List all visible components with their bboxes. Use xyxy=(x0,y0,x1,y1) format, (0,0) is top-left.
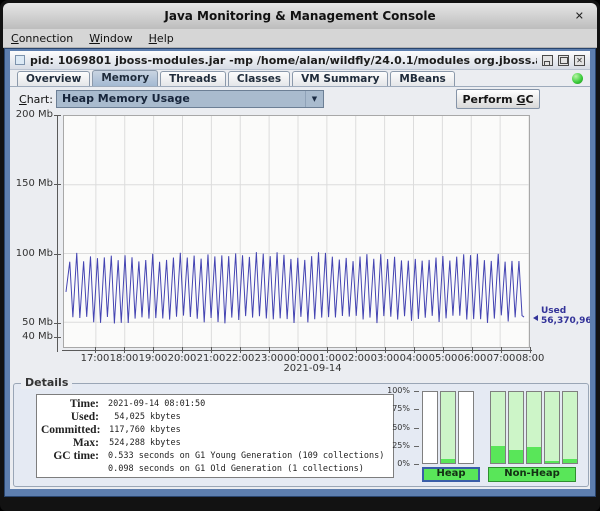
gauge-scale-label: 25% xyxy=(376,441,410,450)
internal-frame: pid: 1069801 jboss-modules.jar -mp /home… xyxy=(4,48,596,497)
tab-mbeans[interactable]: MBeans xyxy=(390,71,454,86)
tab-threads[interactable]: Threads xyxy=(160,71,226,86)
used-marker-icon xyxy=(533,315,538,321)
used-marker-title: Used xyxy=(541,306,590,316)
menubar: ConnectionWindowHelp xyxy=(3,29,597,48)
non-heap-pool-bar xyxy=(490,391,506,464)
x-tick-label: 08:00 xyxy=(510,353,550,364)
tab-vm-summary[interactable]: VM Summary xyxy=(292,71,388,86)
y-tick-label: 150 Mb xyxy=(10,178,53,189)
menu-window[interactable]: Window xyxy=(81,30,140,47)
frame-close-icon[interactable]: ✕ xyxy=(574,55,585,66)
heap-pool-bar xyxy=(422,391,438,464)
internal-frame-body: pid: 1069801 jboss-modules.jar -mp /home… xyxy=(10,51,590,489)
gauge-scale-label: 75% xyxy=(376,404,410,413)
y-tick-label: 50 Mb xyxy=(10,317,53,328)
tab-overview[interactable]: Overview xyxy=(17,71,90,86)
gauge-scale-label: 0% xyxy=(376,459,410,468)
tab-bar: OverviewMemoryThreadsClassesVM SummaryMB… xyxy=(10,70,590,87)
tab-classes[interactable]: Classes xyxy=(228,71,290,86)
frame-title: pid: 1069801 jboss-modules.jar -mp /home… xyxy=(30,54,537,67)
y-tick-mark xyxy=(54,337,61,338)
menu-connection[interactable]: Connection xyxy=(3,30,81,47)
chart-plot-svg xyxy=(64,116,529,347)
y-tick-label: 200 Mb xyxy=(10,109,53,120)
tab-memory[interactable]: Memory xyxy=(92,70,158,86)
used-marker-label: Used 56,370,960 xyxy=(541,306,590,326)
details-legend: Details xyxy=(21,376,72,389)
heap-pool-bar xyxy=(440,391,456,464)
chart-plot-area xyxy=(63,115,530,348)
y-tick-mark xyxy=(54,184,61,185)
used-marker-value: 56,370,960 xyxy=(541,316,590,326)
gauge-scale-label: 100% xyxy=(376,386,410,395)
window-title: Java Monitoring & Management Console xyxy=(164,9,435,23)
window-titlebar[interactable]: Java Monitoring & Management Console ✕ xyxy=(3,3,597,29)
non-heap-button[interactable]: Non-Heap xyxy=(488,467,576,482)
frame-icon xyxy=(15,55,25,65)
y-tick-mark xyxy=(54,323,61,324)
frame-window-buttons: ✕ xyxy=(542,55,585,66)
y-tick-mark xyxy=(54,254,61,255)
heap-pool-bar xyxy=(458,391,474,464)
gauge-scale-tick xyxy=(414,428,419,429)
details-panel: Time:2021-09-14 08:01:50Used:54,025kbyte… xyxy=(13,383,589,487)
window-close-icon[interactable]: ✕ xyxy=(575,10,584,23)
memory-pool-gauges: 100% 75% 50% 25% 0% Heap Non-Heap xyxy=(14,384,588,486)
non-heap-pool-bar xyxy=(526,391,542,464)
frame-iconify-icon[interactable] xyxy=(542,55,553,66)
non-heap-pool-bar xyxy=(562,391,578,464)
heap-button[interactable]: Heap xyxy=(422,467,480,482)
non-heap-pool-bar xyxy=(508,391,524,464)
x-axis-line xyxy=(62,350,532,351)
y-tick-label: 100 Mb xyxy=(10,248,53,259)
gauge-scale-tick xyxy=(414,464,419,465)
menu-help[interactable]: Help xyxy=(141,30,182,47)
jconsole-window: Java Monitoring & Management Console ✕ C… xyxy=(0,0,600,511)
non-heap-pool-bar xyxy=(544,391,560,464)
y-tick-label: 40 Mb xyxy=(10,331,53,342)
y-axis-line xyxy=(57,115,58,352)
connection-status-icon xyxy=(572,73,583,84)
y-tick-mark xyxy=(54,115,61,116)
memory-tab-content: Chart: Heap Memory Usage ▼ Perform GC 20… xyxy=(10,87,590,489)
frame-titlebar[interactable]: pid: 1069801 jboss-modules.jar -mp /home… xyxy=(10,51,590,70)
x-axis-date-label: 2021-09-14 xyxy=(273,363,353,374)
gauge-scale-tick xyxy=(414,409,419,410)
frame-maximize-icon[interactable] xyxy=(558,55,569,66)
gauge-scale-tick xyxy=(414,391,419,392)
gauge-scale-label: 50% xyxy=(376,423,410,432)
gauge-scale-tick xyxy=(414,446,419,447)
